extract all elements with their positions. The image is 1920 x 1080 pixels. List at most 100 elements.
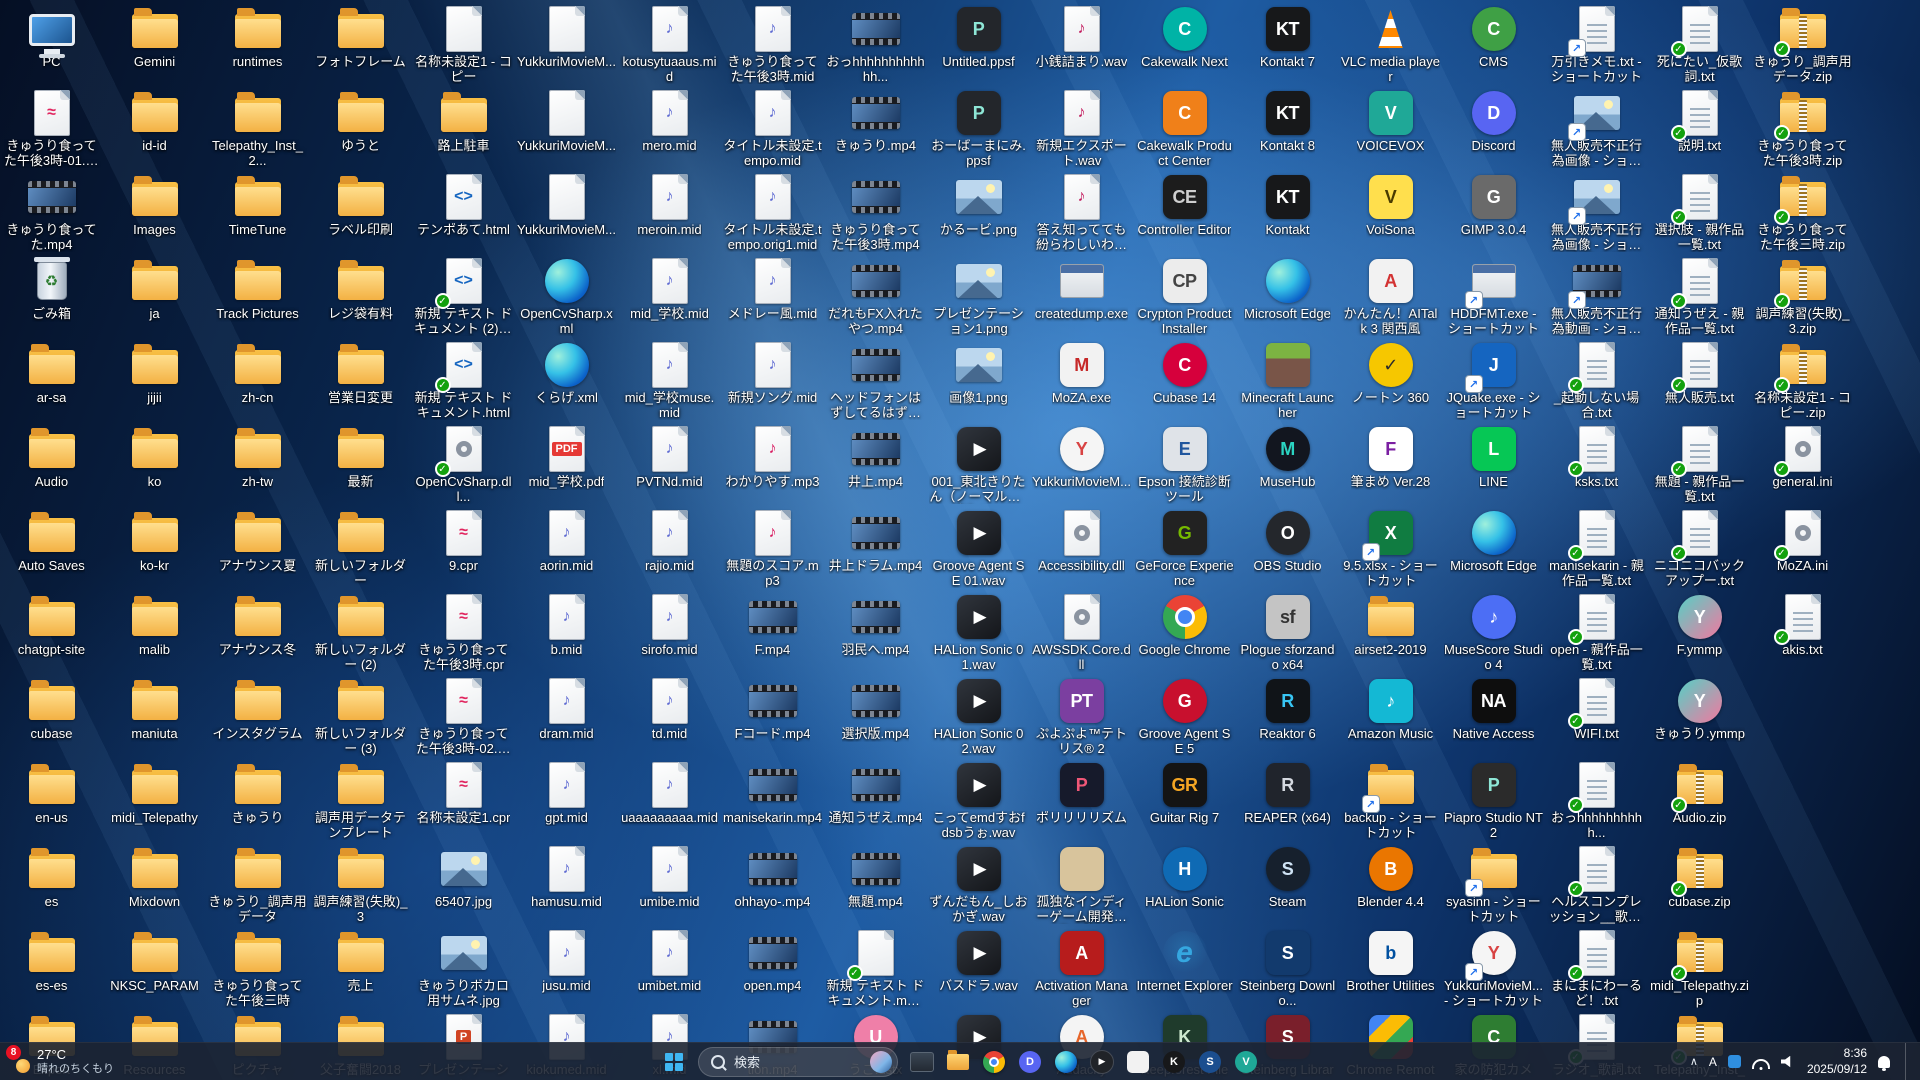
- desktop-icon[interactable]: ♪meroin.mid: [618, 170, 721, 254]
- desktop-icon[interactable]: ≈名称未設定1.cpr: [412, 758, 515, 842]
- desktop-icon[interactable]: ✓midi_Telepathy.zip: [1648, 926, 1751, 1010]
- desktop-icon[interactable]: 001_東北きりたん（ノーマル）_今しゃ...: [927, 422, 1030, 506]
- desktop-icon[interactable]: MMoZA.exe: [1030, 338, 1133, 422]
- desktop-icon[interactable]: 孤独なインディーゲーム開発者の一生...: [1030, 842, 1133, 926]
- desktop-icon[interactable]: GGeForce Experience: [1133, 506, 1236, 590]
- desktop-icon[interactable]: VVOICEVOX: [1339, 86, 1442, 170]
- desktop-icon[interactable]: ♪aorin.mid: [515, 506, 618, 590]
- wifi-icon[interactable]: [1752, 1059, 1770, 1069]
- desktop-icon[interactable]: X↗9.5.xlsx - ショートカット: [1339, 506, 1442, 590]
- desktop-icon[interactable]: ♪hamusu.mid: [515, 842, 618, 926]
- desktop-icon[interactable]: ko: [103, 422, 206, 506]
- desktop-icon[interactable]: ✓きゅうり食ってた午後三時.zip: [1751, 170, 1854, 254]
- search-box[interactable]: 検索: [698, 1047, 898, 1077]
- desktop-icon[interactable]: 売上: [309, 926, 412, 1010]
- desktop-icon[interactable]: ♪小銭詰まり.wav: [1030, 2, 1133, 86]
- taskbar-media-player[interactable]: ▶: [1088, 1048, 1116, 1076]
- desktop-icon[interactable]: YF.ymmp: [1648, 590, 1751, 674]
- desktop-icon[interactable]: runtimes: [206, 2, 309, 86]
- desktop-icon[interactable]: ♪新規ソング.mid: [721, 338, 824, 422]
- desktop-icon[interactable]: 営業日変更: [309, 338, 412, 422]
- desktop-icon[interactable]: PPiapro Studio NT2: [1442, 758, 1545, 842]
- desktop-icon[interactable]: アナウンス冬: [206, 590, 309, 674]
- desktop-icon[interactable]: CCubase 14: [1133, 338, 1236, 422]
- taskbar-steinberg-app[interactable]: S: [1196, 1048, 1224, 1076]
- desktop-icon[interactable]: <>✓新規 テキスト ドキュメント (2).html: [412, 254, 515, 338]
- desktop-icon[interactable]: ✓選択肢 - 親作品一覧.txt: [1648, 170, 1751, 254]
- desktop-icon[interactable]: ♪kotusytuaaus.mid: [618, 2, 721, 86]
- desktop-icon[interactable]: createdump.exe: [1030, 254, 1133, 338]
- desktop-icon[interactable]: ♪Amazon Music: [1339, 674, 1442, 758]
- desktop-icon[interactable]: きゅうりボカロ用サムネ.jpg: [412, 926, 515, 1010]
- desktop-icon[interactable]: PTぷよぷよ™テトリス® 2: [1030, 674, 1133, 758]
- desktop-icon[interactable]: bBrother Utilities: [1339, 926, 1442, 1010]
- desktop-icon[interactable]: OOBS Studio: [1236, 506, 1339, 590]
- desktop-icon[interactable]: ♪td.mid: [618, 674, 721, 758]
- desktop-icon[interactable]: ✓通知うぜえ - 親作品一覧.txt: [1648, 254, 1751, 338]
- desktop-icon[interactable]: AActivation Manager: [1030, 926, 1133, 1010]
- desktop-icon[interactable]: ✓きゅうり食ってた午後3時.zip: [1751, 86, 1854, 170]
- desktop-icon[interactable]: ✓まにまにわーるど！.txt: [1545, 926, 1648, 1010]
- desktop-icon[interactable]: ↗syasinn - ショートカット: [1442, 842, 1545, 926]
- desktop-icon[interactable]: ≈9.cpr: [412, 506, 515, 590]
- desktop-icon[interactable]: ♪mero.mid: [618, 86, 721, 170]
- desktop-icon[interactable]: F筆まめ Ver.28: [1339, 422, 1442, 506]
- desktop-icon[interactable]: バスドラ.wav: [927, 926, 1030, 1010]
- desktop-icon[interactable]: プレゼンテーション1.png: [927, 254, 1030, 338]
- desktop-icon[interactable]: HALion Sonic 01.wav: [927, 590, 1030, 674]
- desktop-icon[interactable]: LLINE: [1442, 422, 1545, 506]
- desktop-icon[interactable]: ゆうと: [309, 86, 412, 170]
- desktop-icon[interactable]: 井上ドラム.mp4: [824, 506, 927, 590]
- desktop-icon[interactable]: AWSSDK.Core.dll: [1030, 590, 1133, 674]
- desktop-icon[interactable]: ♪無題のスコア.mp3: [721, 506, 824, 590]
- desktop-icon[interactable]: ✓WIFI.txt: [1545, 674, 1648, 758]
- desktop-icon[interactable]: Microsoft Edge: [1442, 506, 1545, 590]
- desktop-icon[interactable]: Y↗YukkuriMovieM... - ショートカット: [1442, 926, 1545, 1010]
- desktop-icon[interactable]: 調声練習(失敗)_3: [309, 842, 412, 926]
- desktop-icon[interactable]: ✓新規 テキスト ドキュメント.musicxml: [824, 926, 927, 1010]
- desktop-icon[interactable]: くらげ.xml: [515, 338, 618, 422]
- desktop-icon[interactable]: ar-sa: [0, 338, 103, 422]
- notifications-bell-icon[interactable]: [1878, 1056, 1890, 1068]
- desktop-icon[interactable]: PC: [0, 2, 103, 86]
- desktop-icon[interactable]: ✓ニコニコバックアップー.txt: [1648, 506, 1751, 590]
- desktop-icon[interactable]: ✓manisekarin - 親作品一覧.txt: [1545, 506, 1648, 590]
- desktop-icon[interactable]: YukkuriMovieM...: [515, 2, 618, 86]
- desktop-icon[interactable]: ✓きゅうり_調声用データ.zip: [1751, 2, 1854, 86]
- desktop-icon[interactable]: open.mp4: [721, 926, 824, 1010]
- desktop-icon[interactable]: 最新: [309, 422, 412, 506]
- desktop-icon[interactable]: Yきゅうり.ymmp: [1648, 674, 1751, 758]
- desktop-icon[interactable]: SSteam: [1236, 842, 1339, 926]
- desktop-icon[interactable]: ✓ノートン 360: [1339, 338, 1442, 422]
- tray-overflow-chevron-icon[interactable]: ∧: [1690, 1055, 1698, 1068]
- desktop-icon[interactable]: ↗無人販売不正行為動画 - ショートカット: [1545, 254, 1648, 338]
- desktop-icon[interactable]: RReaktor 6: [1236, 674, 1339, 758]
- desktop-icon[interactable]: ↗backup - ショートカット: [1339, 758, 1442, 842]
- desktop-icon[interactable]: ♪sirofo.mid: [618, 590, 721, 674]
- desktop-icon[interactable]: ✓おっhhhhhhhhhh...: [1545, 758, 1648, 842]
- desktop-icon[interactable]: CEController Editor: [1133, 170, 1236, 254]
- desktop-icon[interactable]: SSteinberg Downlo...: [1236, 926, 1339, 1010]
- desktop-icon[interactable]: ✓死にたい_仮歌詞.txt: [1648, 2, 1751, 86]
- desktop-icon[interactable]: ✓調声練習(失敗)_3.zip: [1751, 254, 1854, 338]
- desktop-icon[interactable]: ✓general.ini: [1751, 422, 1854, 506]
- desktop-icon[interactable]: きゅうり食ってた午後3時.mp4: [824, 170, 927, 254]
- volume-icon[interactable]: [1781, 1056, 1796, 1068]
- desktop-icon[interactable]: インスタグラム: [206, 674, 309, 758]
- taskbar-discord[interactable]: D: [1016, 1048, 1044, 1076]
- desktop-icon[interactable]: ✓cubase.zip: [1648, 842, 1751, 926]
- desktop-icon[interactable]: 通知うぜえ.mp4: [824, 758, 927, 842]
- desktop-icon[interactable]: レジ袋有料: [309, 254, 412, 338]
- desktop-icon[interactable]: Auto Saves: [0, 506, 103, 590]
- desktop-surface[interactable]: PC≈きゅうり食ってた午後3時-01.cprきゅうり食ってた.mp4♻ごみ箱ar…: [0, 2, 1854, 1080]
- desktop-icon[interactable]: ✓ヘルスコンプレッション__歌詞.txt: [1545, 842, 1648, 926]
- desktop-icon[interactable]: Fコード.mp4: [721, 674, 824, 758]
- desktop-icon[interactable]: きゅうり食ってた午後三時: [206, 926, 309, 1010]
- desktop-icon[interactable]: フォトフレーム: [309, 2, 412, 86]
- desktop-icon[interactable]: OpenCvSharp.xml: [515, 254, 618, 338]
- desktop-icon[interactable]: RREAPER (x64): [1236, 758, 1339, 842]
- desktop-icon[interactable]: malib: [103, 590, 206, 674]
- desktop-icon[interactable]: Groove Agent SE 01.wav: [927, 506, 1030, 590]
- desktop-icon[interactable]: en-us: [0, 758, 103, 842]
- desktop-icon[interactable]: maniuta: [103, 674, 206, 758]
